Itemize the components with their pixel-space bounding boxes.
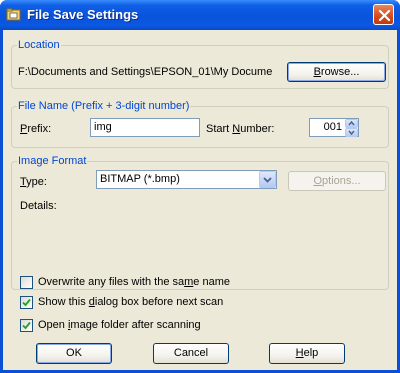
browse-accel: B bbox=[313, 66, 321, 78]
ok-button[interactable]: OK bbox=[36, 343, 112, 364]
image-format-group-label: Image Format bbox=[17, 155, 88, 168]
show-dialog-checkbox[interactable] bbox=[20, 296, 33, 309]
help-button[interactable]: Help bbox=[269, 343, 345, 364]
open-folder-label[interactable]: Open image folder after scanning bbox=[38, 319, 201, 332]
type-select-value: BITMAP (*.bmp) bbox=[100, 173, 180, 185]
cancel-button[interactable]: Cancel bbox=[153, 343, 229, 364]
file-save-settings-dialog: File Save Settings Location F:\Documents… bbox=[0, 0, 400, 373]
location-group-label: Location bbox=[17, 39, 61, 52]
spin-down-button[interactable] bbox=[345, 128, 358, 137]
browse-label: rowse... bbox=[320, 66, 360, 78]
show-dialog-label[interactable]: Show this dialog box before next scan bbox=[38, 296, 223, 309]
options-button[interactable]: Options... bbox=[288, 171, 386, 191]
folder-save-icon bbox=[6, 7, 21, 22]
close-button[interactable] bbox=[373, 4, 394, 25]
spin-up-arrow-icon bbox=[348, 120, 355, 126]
start-number-label: Start Number: bbox=[206, 123, 275, 135]
prefix-label: Prefix: bbox=[20, 123, 52, 135]
overwrite-checkbox[interactable] bbox=[20, 276, 33, 289]
open-folder-checkbox[interactable] bbox=[20, 319, 33, 332]
details-label: Details: bbox=[20, 200, 57, 212]
browse-button[interactable]: Browse... bbox=[287, 62, 386, 82]
close-x-icon bbox=[378, 9, 391, 22]
window-title: File Save Settings bbox=[27, 7, 139, 22]
location-path: F:\Documents and Settings\EPSON_01\My Do… bbox=[18, 66, 273, 78]
spin-down-arrow-icon bbox=[348, 130, 355, 136]
type-label: Type: bbox=[20, 176, 47, 188]
prefix-input[interactable]: img bbox=[90, 118, 200, 137]
file-name-group-label: File Name (Prefix + 3-digit number) bbox=[17, 100, 191, 113]
type-dropdown-button[interactable] bbox=[259, 171, 276, 188]
type-select[interactable]: BITMAP (*.bmp) bbox=[96, 170, 277, 189]
checkmark-icon bbox=[22, 298, 31, 307]
dialog-body: Location F:\Documents and Settings\EPSON… bbox=[3, 30, 397, 370]
chevron-down-icon bbox=[263, 177, 272, 183]
spin-up-button[interactable] bbox=[345, 119, 358, 128]
checkmark-icon bbox=[22, 321, 31, 330]
overwrite-label[interactable]: Overwrite any files with the same name bbox=[38, 276, 230, 289]
title-bar[interactable]: File Save Settings bbox=[0, 0, 400, 30]
